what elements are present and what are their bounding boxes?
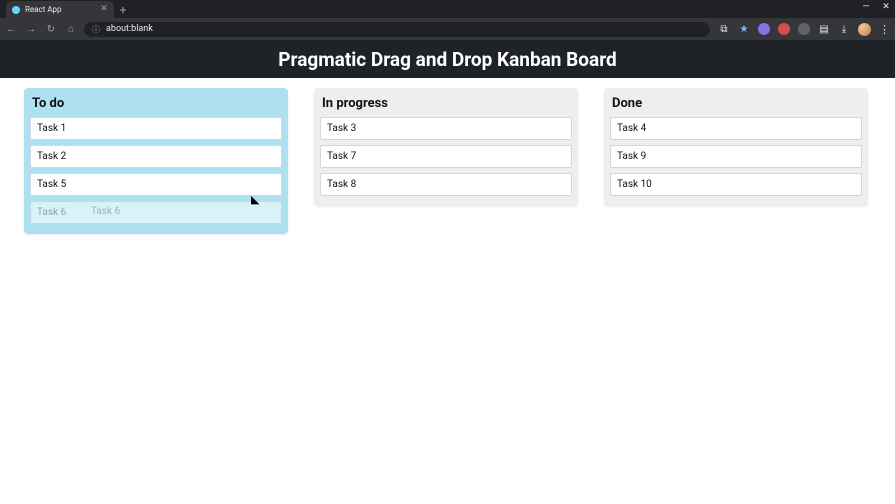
kanban-card[interactable]: Task 9 xyxy=(610,145,862,168)
column-title: To do xyxy=(30,96,282,117)
card-label: Task 2 xyxy=(37,151,66,162)
card-label: Task 1 xyxy=(37,123,66,134)
extension-2-icon[interactable] xyxy=(778,23,790,35)
drag-ghost-label: Task 6 xyxy=(91,206,120,217)
card-label: Task 4 xyxy=(617,123,646,134)
card-label: Task 10 xyxy=(617,179,652,190)
kanban-card[interactable]: Task 2 xyxy=(30,145,282,168)
column-todo[interactable]: To do Task 1 Task 2 Task 5 Task 6 Task 6 xyxy=(24,88,288,234)
column-inprogress[interactable]: In progress Task 3 Task 7 Task 8 xyxy=(314,88,578,206)
url-text: about:blank xyxy=(106,24,153,34)
browser-tab[interactable]: React App ✕ xyxy=(6,1,114,18)
app-header: Pragmatic Drag and Drop Kanban Board xyxy=(0,40,895,78)
column-title: Done xyxy=(610,96,862,117)
close-tab-icon[interactable]: ✕ xyxy=(100,6,108,14)
card-list: Task 1 Task 2 Task 5 Task 6 Task 6 xyxy=(30,117,282,224)
column-done[interactable]: Done Task 4 Task 9 Task 10 xyxy=(604,88,868,206)
menu-icon[interactable]: ⋮ xyxy=(879,23,889,36)
browser-chrome: React App ✕ + — ✕ ← → ↻ ⌂ ⓘ about:blank … xyxy=(0,0,895,40)
react-favicon-icon xyxy=(12,6,20,14)
bookmark-star-icon[interactable]: ★ xyxy=(738,23,750,35)
tab-strip: React App ✕ + — ✕ xyxy=(0,0,895,18)
kanban-card[interactable]: Task 10 xyxy=(610,173,862,196)
kanban-card[interactable]: Task 7 xyxy=(320,145,572,168)
card-label: Task 5 xyxy=(37,179,66,190)
browser-toolbar: ← → ↻ ⌂ ⓘ about:blank ⧉ ★ ▤ ⤓ ⋮ xyxy=(0,18,895,40)
kanban-card[interactable]: Task 8 xyxy=(320,173,572,196)
forward-button[interactable]: → xyxy=(26,24,36,35)
kanban-card[interactable]: Task 4 xyxy=(610,117,862,140)
new-tab-button[interactable]: + xyxy=(114,1,132,18)
card-label: Task 6 xyxy=(37,207,66,218)
minimize-button[interactable]: — xyxy=(861,2,871,12)
reader-icon[interactable]: ▤ xyxy=(818,23,830,35)
download-icon[interactable]: ⤓ xyxy=(838,23,850,35)
site-info-icon[interactable]: ⓘ xyxy=(92,24,100,35)
kanban-card[interactable]: Task 3 xyxy=(320,117,572,140)
kanban-card[interactable]: Task 6 Task 6 xyxy=(30,201,282,224)
column-title: In progress xyxy=(320,96,572,117)
toolbar-right: ⧉ ★ ▤ ⤓ ⋮ xyxy=(718,23,889,36)
home-button[interactable]: ⌂ xyxy=(66,24,76,35)
profile-avatar-icon[interactable] xyxy=(858,23,871,36)
nav-buttons: ← → ↻ ⌂ xyxy=(6,24,76,35)
card-label: Task 7 xyxy=(327,151,356,162)
extension-1-icon[interactable] xyxy=(758,23,770,35)
card-label: Task 3 xyxy=(327,123,356,134)
card-label: Task 9 xyxy=(617,151,646,162)
kanban-card[interactable]: Task 5 xyxy=(30,173,282,196)
card-label: Task 8 xyxy=(327,179,356,190)
close-window-button[interactable]: ✕ xyxy=(881,2,891,12)
extension-3-icon[interactable] xyxy=(798,23,810,35)
kanban-card[interactable]: Task 1 xyxy=(30,117,282,140)
translate-icon[interactable]: ⧉ xyxy=(718,23,730,35)
reload-button[interactable]: ↻ xyxy=(46,24,56,35)
window-controls: — ✕ xyxy=(861,2,891,12)
page-title: Pragmatic Drag and Drop Kanban Board xyxy=(278,48,616,71)
kanban-board: To do Task 1 Task 2 Task 5 Task 6 Task 6 In pr… xyxy=(0,78,895,244)
card-list: Task 3 Task 7 Task 8 xyxy=(320,117,572,196)
back-button[interactable]: ← xyxy=(6,24,16,35)
address-bar[interactable]: ⓘ about:blank xyxy=(84,22,710,37)
card-list: Task 4 Task 9 Task 10 xyxy=(610,117,862,196)
tab-title: React App xyxy=(25,5,95,14)
